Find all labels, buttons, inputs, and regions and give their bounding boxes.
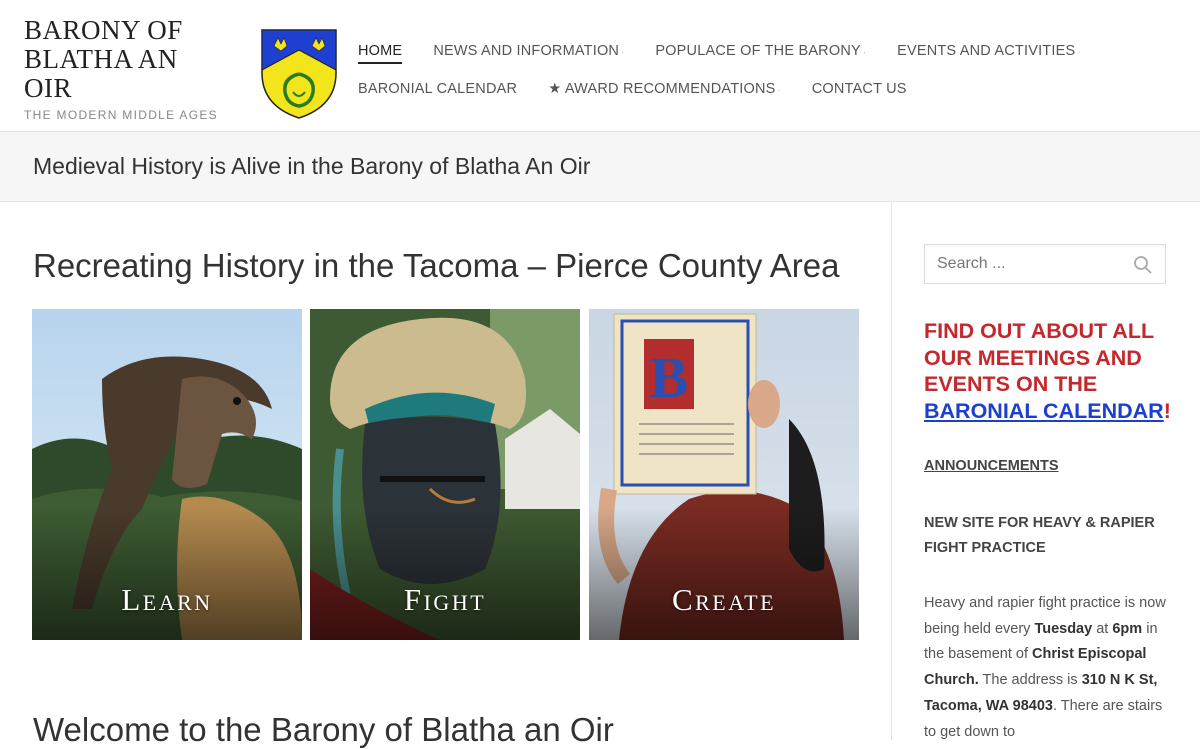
nav-news-label: NEWS AND INFORMATION — [433, 43, 620, 59]
search-input[interactable] — [925, 245, 1137, 283]
fight-label: Fight — [403, 582, 487, 617]
dropdown-indicator-icon: · — [1077, 47, 1081, 57]
learn-tile[interactable]: Learn — [32, 309, 302, 640]
nav-awards-label: ★ AWARD RECOMMENDATIONS — [548, 81, 776, 97]
site-tagline: THE MODERN MIDDLE AGES — [24, 108, 218, 122]
sidebar-divider — [891, 202, 892, 740]
barony-crest-icon[interactable] — [260, 28, 338, 120]
nav-calendar-label: BARONIAL CALENDAR — [358, 81, 518, 97]
dropdown-indicator-icon: · — [777, 85, 781, 95]
create-label: Create — [671, 582, 777, 617]
banner-title: Medieval History is Alive in the Barony … — [33, 153, 591, 179]
dropdown-indicator-icon: · — [621, 47, 625, 57]
news-text: The address is — [978, 672, 1082, 689]
baronial-calendar-link[interactable]: BARONIAL CALENDAR — [924, 399, 1164, 423]
nav-contact-us[interactable]: CONTACT US — [812, 81, 907, 100]
create-tile[interactable]: B Create — [589, 309, 859, 640]
promo-text: FIND OUT ABOUT ALL OUR MEETINGS AND EVEN… — [924, 319, 1154, 396]
nav-home[interactable]: HOME — [358, 43, 403, 64]
nav-home-label: HOME — [358, 43, 403, 59]
site-title[interactable]: BARONY OF BLATHA AN OIR — [24, 16, 224, 103]
search-box — [924, 244, 1166, 284]
learn-label: Learn — [121, 582, 213, 617]
dropdown-indicator-icon: · — [862, 47, 867, 57]
calendar-promo: FIND OUT ABOUT ALL OUR MEETINGS AND EVEN… — [924, 318, 1174, 424]
news-body: Heavy and rapier fight practice is now b… — [924, 591, 1174, 745]
main-heading: Recreating History in the Tacoma – Pierc… — [33, 247, 840, 284]
main-navigation: HOME NEWS AND INFORMATION · POPULACE OF T… — [358, 43, 1112, 117]
news-time: 6pm — [1112, 620, 1143, 637]
news-text: at — [1092, 620, 1113, 637]
announcements-heading[interactable]: ANNOUNCEMENTS — [924, 458, 1059, 474]
nav-news-and-information[interactable]: NEWS AND INFORMATION · — [433, 43, 624, 64]
promo-end: ! — [1163, 398, 1171, 423]
nav-events-and-activities[interactable]: EVENTS AND ACTIVITIES · — [897, 43, 1080, 64]
nav-populace[interactable]: POPULACE OF THE BARONY · — [655, 43, 866, 64]
search-icon[interactable] — [1133, 255, 1153, 275]
nav-events-label: EVENTS AND ACTIVITIES — [897, 43, 1076, 59]
page-banner: Medieval History is Alive in the Barony … — [0, 132, 1200, 202]
nav-contact-label: CONTACT US — [811, 81, 907, 97]
news-title: NEW SITE FOR HEAVY & RAPIER FIGHT PRACTI… — [924, 515, 1155, 556]
nav-populace-label: POPULACE OF THE BARONY — [655, 43, 861, 59]
nav-baronial-calendar[interactable]: BARONIAL CALENDAR — [358, 81, 517, 100]
fight-tile[interactable]: Fight — [310, 309, 580, 640]
news-day: Tuesday — [1034, 620, 1093, 637]
nav-award-recommendations[interactable]: ★ AWARD RECOMMENDATIONS · — [548, 81, 781, 100]
welcome-heading: Welcome to the Barony of Blatha an Oir — [33, 711, 614, 748]
